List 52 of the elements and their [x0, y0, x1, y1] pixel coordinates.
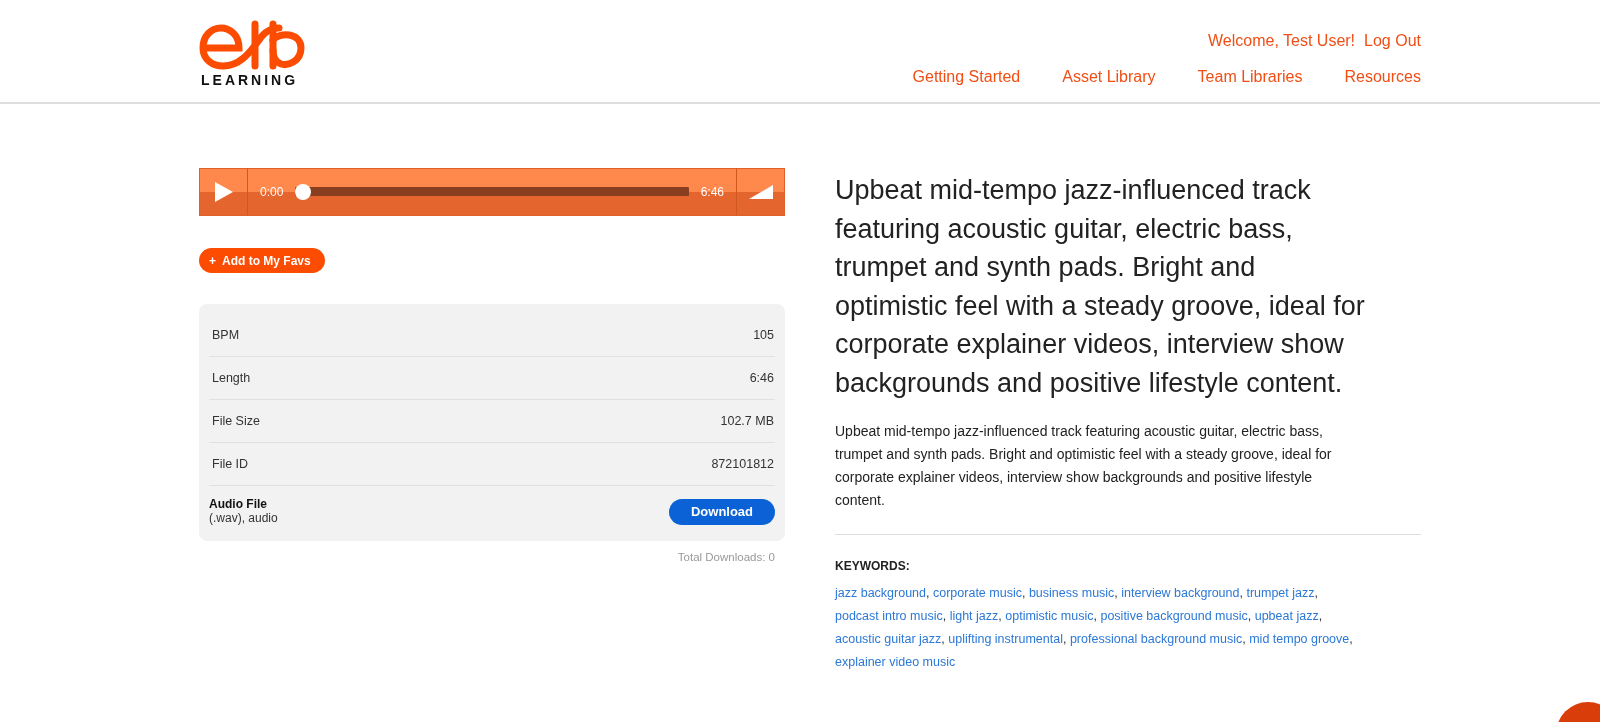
- logo-icon: [199, 20, 305, 70]
- track-headline: Upbeat mid-tempo jazz-influenced track featuring acoustic guitar, electric bass, trumpet and synth pads. Bright and optimistic feel with a steady groove, ideal for corporate explainer videos, interview show backgrounds and positive lifestyle content.: [835, 174, 1365, 400]
- progress-handle[interactable]: [295, 184, 312, 200]
- nav-link[interactable]: Team Libraries: [1197, 68, 1303, 86]
- detail-label: BPM: [212, 328, 240, 342]
- detail-label: Length: [212, 371, 251, 385]
- separator: ,: [1242, 632, 1246, 646]
- keyword-link[interactable]: explainer video music: [835, 655, 956, 669]
- file-title: Audio File: [209, 498, 268, 512]
- separator: ,: [1318, 609, 1323, 623]
- separator: ,: [1239, 586, 1243, 600]
- current-time: 0:00: [260, 185, 284, 199]
- progress-track[interactable]: [295, 184, 689, 200]
- separator: ,: [926, 586, 930, 600]
- keyword-link[interactable]: positive background music: [1100, 609, 1248, 623]
- track-description: Upbeat mid-tempo jazz-influenced track featuring acoustic guitar, electric bass, trumpet and synth pads. Bright and optimistic feel with a steady groove, ideal for corporate explainer videos, interview show backgrounds and positive lifestyle content.: [835, 422, 1333, 510]
- logo-wordmark: LEARNING: [201, 72, 299, 88]
- separator: ,: [1093, 609, 1097, 623]
- keyword-link[interactable]: corporate music: [933, 586, 1022, 600]
- separator: ,: [942, 609, 947, 623]
- separator: ,: [1021, 586, 1026, 600]
- nav-link[interactable]: Getting Started: [912, 68, 1021, 86]
- add-favs-button[interactable]: + Add to My Favs: [199, 248, 325, 273]
- keyword-link[interactable]: jazz background: [835, 586, 927, 600]
- file-format: (.wav), audio: [209, 511, 278, 526]
- volume-icon: [748, 185, 773, 199]
- separator: ,: [1349, 632, 1353, 646]
- separator: ,: [998, 609, 1002, 623]
- keywords-title: KEYWORDS:: [835, 559, 911, 573]
- separator: ,: [1062, 632, 1067, 646]
- detail-value: 6:46: [749, 371, 774, 385]
- keyword-link[interactable]: podcast intro music: [835, 609, 943, 623]
- detail-value: 102.7 MB: [720, 414, 774, 428]
- duration-time: 6:46: [700, 185, 724, 199]
- separator: ,: [1247, 609, 1252, 623]
- play-icon: [214, 182, 233, 202]
- separator: ,: [1314, 586, 1318, 600]
- separator: ,: [1114, 586, 1118, 600]
- nav-link[interactable]: Resources: [1344, 68, 1421, 86]
- detail-label: File ID: [212, 457, 249, 471]
- download-button[interactable]: Download: [669, 498, 775, 525]
- separator: ,: [941, 632, 945, 646]
- keyword-link[interactable]: upbeat jazz: [1254, 609, 1319, 623]
- keyword-link[interactable]: trumpet jazz: [1246, 586, 1315, 600]
- logout-link[interactable]: Log Out: [1364, 32, 1421, 50]
- detail-value: 105: [753, 328, 774, 342]
- total-downloads: Total Downloads: 0: [677, 550, 775, 563]
- keyword-link[interactable]: uplifting instrumental: [948, 632, 1063, 646]
- nav-link[interactable]: Asset Library: [1062, 68, 1156, 86]
- detail-label: File Size: [212, 414, 260, 428]
- welcome-text: Welcome, Test User!: [1208, 32, 1356, 50]
- detail-value: 872101812: [711, 457, 774, 471]
